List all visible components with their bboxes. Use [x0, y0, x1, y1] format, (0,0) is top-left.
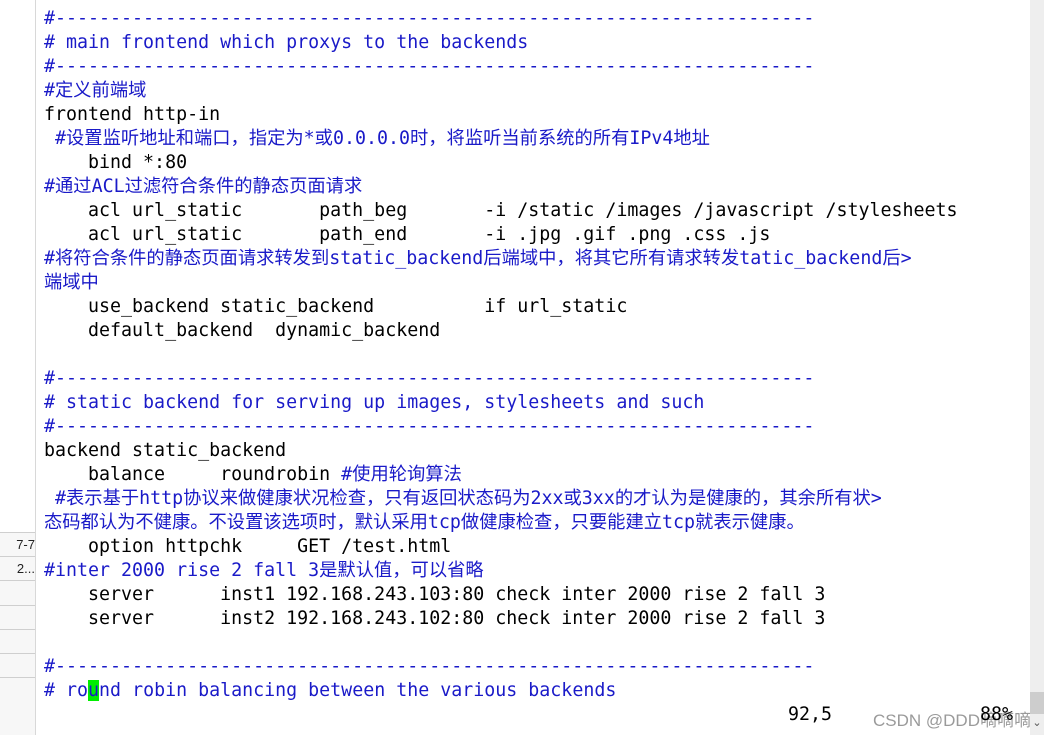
comment-text: # main frontend which proxys to the back… [44, 32, 529, 53]
scrollbar-thumb[interactable] [1030, 692, 1044, 714]
code-line: #---------------------------------------… [44, 415, 958, 439]
side-list-row[interactable] [0, 677, 35, 703]
scroll-percent: 88% [980, 704, 1014, 725]
editor-lines: #---------------------------------------… [44, 7, 958, 703]
comment-text: #将符合条件的静态页面请求转发到static_backend后端域中，将其它所有… [44, 248, 912, 269]
code-line: #通过ACL过滤符合条件的静态页面请求 [44, 175, 958, 199]
code-line: #---------------------------------------… [44, 7, 958, 31]
code-text: option httpchk GET /test.html [44, 536, 452, 557]
code-text: default_backend dynamic_backend [44, 320, 441, 341]
comment-text: # static backend for serving up images, … [44, 392, 705, 413]
code-line: option httpchk GET /test.html [44, 535, 958, 559]
code-line: server inst1 192.168.243.103:80 check in… [44, 583, 958, 607]
code-line: backend static_backend [44, 439, 958, 463]
side-list-row[interactable] [0, 628, 35, 654]
code-text: backend static_backend [44, 440, 287, 461]
comment-text: #设置监听地址和端口，指定为*或0.0.0.0时，将监听当前系统的所有IPv4地… [44, 128, 710, 149]
comment-text: #---------------------------------------… [44, 56, 815, 77]
code-line: # main frontend which proxys to the back… [44, 31, 958, 55]
scroll-down-arrow-icon[interactable]: ⌄ [1030, 716, 1044, 735]
code-text: use_backend static_backend if url_static [44, 296, 628, 317]
code-text: server inst1 192.168.243.103:80 check in… [44, 584, 826, 605]
comment-text: #---------------------------------------… [44, 8, 815, 29]
vim-editor[interactable]: #---------------------------------------… [38, 0, 1030, 735]
comment-text: #表示基于http协议来做健康状况检查，只有返回状态码为2xx或3xx的才认为是… [44, 488, 882, 509]
comment-text: #---------------------------------------… [44, 656, 815, 677]
code-line: #表示基于http协议来做健康状况检查，只有返回状态码为2xx或3xx的才认为是… [44, 487, 958, 511]
side-list-row[interactable] [0, 604, 35, 630]
code-line: use_backend static_backend if url_static [44, 295, 958, 319]
code-line: #inter 2000 rise 2 fall 3是默认值，可以省略 [44, 559, 958, 583]
code-line: acl url_static path_end -i .jpg .gif .pn… [44, 223, 958, 247]
code-line: default_backend dynamic_backend [44, 319, 958, 343]
code-text: server inst2 192.168.243.102:80 check in… [44, 608, 826, 629]
code-text: bind *:80 [44, 152, 188, 173]
code-line: bind *:80 [44, 151, 958, 175]
comment-text: #---------------------------------------… [44, 368, 815, 389]
code-line: balance roundrobin #使用轮询算法 [44, 463, 958, 487]
comment-text: #通过ACL过滤符合条件的静态页面请求 [44, 176, 363, 197]
comment-text: #---------------------------------------… [44, 416, 815, 437]
code-line: acl url_static path_beg -i /static /imag… [44, 199, 958, 223]
code-line: #将符合条件的静态页面请求转发到static_backend后端域中，将其它所有… [44, 247, 958, 271]
comment-text: #定义前端域 [44, 80, 147, 101]
cursor: u [88, 680, 100, 701]
comment-text: 态码都认为不健康。不设置该选项时，默认采用tcp做健康检查，只要能建立tcp就表… [44, 512, 805, 533]
comment-text: nd robin balancing between the various b… [99, 680, 617, 701]
code-line: 端域中 [44, 271, 958, 295]
cursor-position: 92,5 [788, 704, 833, 725]
code-text: balance roundrobin [44, 464, 342, 485]
code-line: #设置监听地址和端口，指定为*或0.0.0.0时，将监听当前系统的所有IPv4地… [44, 127, 958, 151]
code-text: acl url_static path_beg -i /static /imag… [44, 200, 958, 221]
code-text: frontend http-in [44, 104, 221, 125]
side-list-row[interactable] [0, 653, 35, 678]
comment-text: #inter 2000 rise 2 fall 3是默认值，可以省略 [44, 560, 484, 581]
side-list-row[interactable]: 2... [0, 556, 35, 582]
code-line: #---------------------------------------… [44, 655, 958, 679]
side-list-row[interactable] [0, 580, 35, 606]
code-text: acl url_static path_end -i .jpg .gif .pn… [44, 224, 771, 245]
code-line: #---------------------------------------… [44, 55, 958, 79]
comment-text: #使用轮询算法 [341, 464, 462, 485]
vertical-scrollbar[interactable]: ⌄ [1030, 0, 1044, 735]
code-line: #---------------------------------------… [44, 367, 958, 391]
code-line: # round robin balancing between the vari… [44, 679, 958, 703]
comment-text: 端域中 [44, 272, 99, 293]
code-line: server inst2 192.168.243.102:80 check in… [44, 607, 958, 631]
side-list-row[interactable]: 7-7 [0, 532, 35, 557]
code-line: frontend http-in [44, 103, 958, 127]
code-line: #定义前端域 [44, 79, 958, 103]
comment-text: # ro [44, 680, 89, 701]
code-line: 态码都认为不健康。不设置该选项时，默认采用tcp做健康检查，只要能建立tcp就表… [44, 511, 958, 535]
code-line: # static backend for serving up images, … [44, 391, 958, 415]
